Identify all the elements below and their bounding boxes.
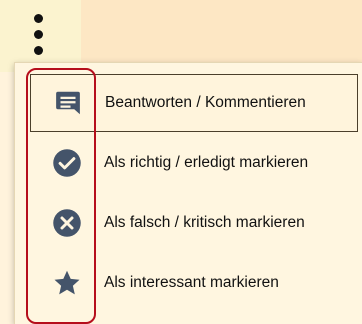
comment-icon	[56, 91, 80, 115]
menu-item-mark-interesting[interactable]: Als interessant markieren	[30, 254, 358, 312]
menu-item-label: Als interessant markieren	[104, 274, 279, 291]
x-circle-icon	[53, 209, 81, 237]
check-circle-icon	[53, 149, 81, 177]
menu-item-label: Als richtig / erledigt markieren	[104, 154, 309, 171]
context-menu: Beantworten / Kommentieren Als richtig /…	[14, 62, 362, 324]
menu-item-reply-comment[interactable]: Beantworten / Kommentieren	[30, 74, 358, 132]
kebab-dot	[34, 46, 43, 55]
kebab-dot	[34, 30, 43, 39]
menu-item-label: Beantworten / Kommentieren	[105, 94, 306, 111]
menu-item-mark-wrong[interactable]: Als falsch / kritisch markieren	[30, 194, 358, 252]
menu-item-label: Als falsch / kritisch markieren	[104, 214, 305, 231]
kebab-dot	[34, 14, 43, 23]
more-options-icon[interactable]	[29, 14, 49, 60]
menu-item-mark-correct[interactable]: Als richtig / erledigt markieren	[30, 134, 358, 192]
star-icon	[54, 270, 80, 295]
